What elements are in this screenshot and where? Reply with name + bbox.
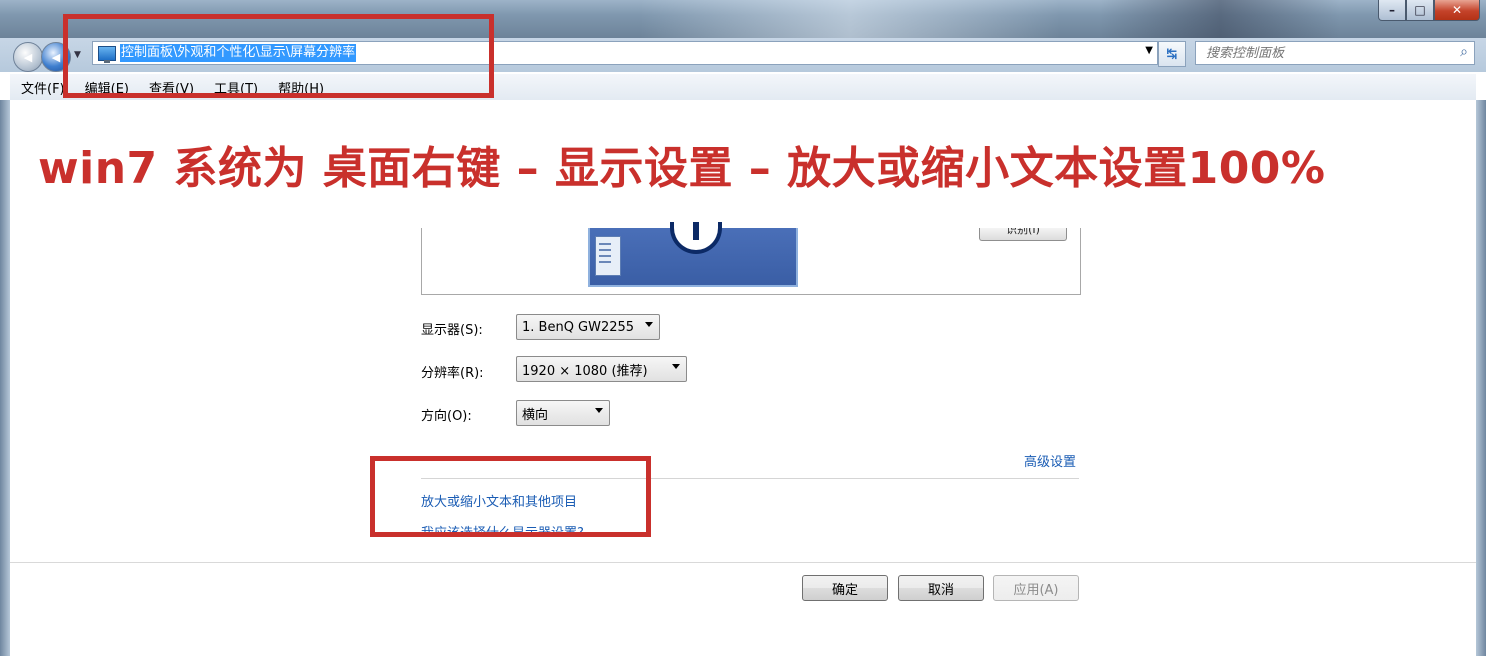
ok-button[interactable]: 确定: [802, 575, 888, 601]
chevron-down-icon: [672, 364, 680, 369]
refresh-button[interactable]: ↹: [1158, 41, 1186, 67]
monitor-thumbnail[interactable]: [588, 222, 798, 287]
display-label: 显示器(S):: [421, 323, 483, 338]
chevron-down-icon: [645, 322, 653, 327]
refresh-icon: ↹: [1166, 46, 1178, 62]
footer-divider: [10, 562, 1476, 563]
maximize-button[interactable]: □: [1406, 0, 1434, 21]
address-dropdown-icon[interactable]: ▼: [1145, 45, 1153, 56]
search-icon[interactable]: ⌕: [1460, 44, 1468, 60]
annotation-banner: win7 系统为 桌面右键 – 显示设置 – 放大或缩小文本设置100%: [38, 143, 1326, 194]
resolution-select[interactable]: 1920 × 1080 (推荐): [516, 356, 687, 382]
display-select-value: 1. BenQ GW2255: [522, 319, 635, 335]
window-frame-right: [1476, 100, 1486, 656]
resolution-label: 分辨率(R):: [421, 366, 484, 381]
menu-file[interactable]: 文件(F): [21, 78, 65, 97]
minimize-button[interactable]: –: [1378, 0, 1406, 21]
forward-arrow-icon: ◀: [51, 50, 61, 64]
apply-button[interactable]: 应用(A): [993, 575, 1079, 601]
back-button[interactable]: ◀: [13, 42, 43, 72]
highlight-box-address: [63, 14, 494, 98]
search-input[interactable]: [1204, 44, 1448, 62]
close-button[interactable]: ✕: [1434, 0, 1480, 21]
resolution-select-value: 1920 × 1080 (推荐): [522, 363, 648, 379]
title-bar-glass: [640, 0, 1060, 38]
advanced-settings-link[interactable]: 高级设置: [1024, 451, 1076, 470]
orientation-select[interactable]: 横向: [516, 400, 610, 426]
cancel-button[interactable]: 取消: [898, 575, 984, 601]
window-controls: – □ ✕: [1378, 0, 1480, 22]
identify-button[interactable]: 识别(I): [979, 228, 1067, 241]
display-select[interactable]: 1. BenQ GW2255: [516, 314, 660, 340]
search-box[interactable]: ⌕: [1195, 41, 1475, 65]
back-arrow-icon: ◀: [23, 50, 33, 64]
orientation-select-value: 横向: [522, 407, 549, 423]
title-bar-glass-dark: [1100, 0, 1340, 38]
orientation-label: 方向(O):: [421, 409, 472, 424]
monitor-number-badge: [670, 222, 722, 254]
chevron-down-icon: [595, 408, 603, 413]
window-frame-left: [0, 100, 10, 656]
document-icon: [595, 236, 621, 276]
highlight-box-zoom-link: [370, 456, 651, 537]
